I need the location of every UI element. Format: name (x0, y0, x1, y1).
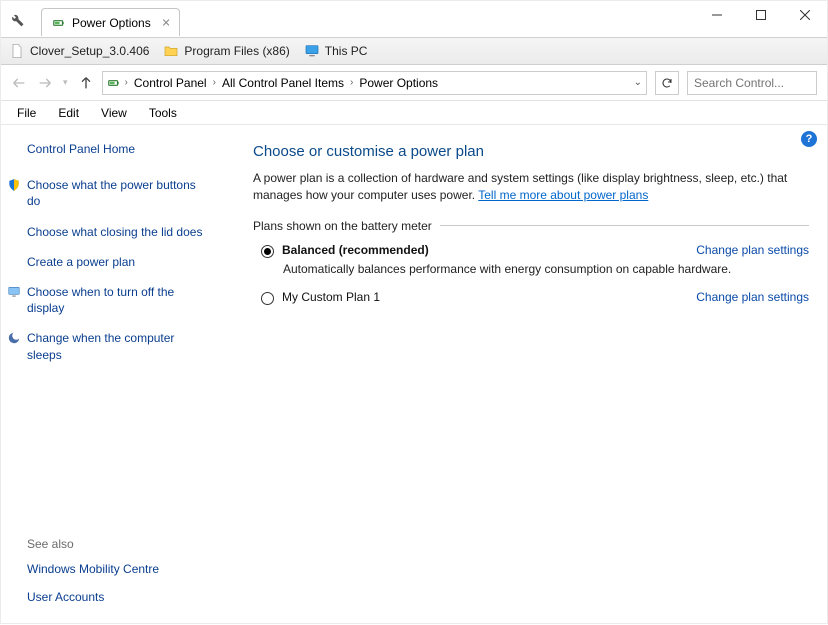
menu-tools[interactable]: Tools (141, 104, 185, 122)
bookmark-label: Program Files (x86) (184, 44, 289, 58)
menu-bar: File Edit View Tools (1, 101, 827, 125)
chevron-right-icon[interactable]: › (125, 77, 128, 88)
change-plan-settings-link[interactable]: Change plan settings (696, 243, 809, 257)
sidebar-link-power-buttons[interactable]: Choose what the power buttons do (27, 177, 203, 209)
file-icon (9, 43, 25, 59)
learn-more-link[interactable]: Tell me more about power plans (478, 188, 648, 202)
titlebar: Power Options ✕ (1, 1, 827, 37)
menu-edit[interactable]: Edit (50, 104, 87, 122)
sidebar: Control Panel Home Choose what the power… (1, 125, 219, 625)
navigation-bar: ▾ › Control Panel › All Control Panel It… (1, 65, 827, 101)
close-button[interactable] (783, 1, 827, 29)
bookmark-item[interactable]: This PC (304, 43, 368, 59)
this-pc-icon (304, 43, 320, 59)
refresh-icon (661, 77, 673, 89)
plan-row-custom: My Custom Plan 1 Change plan settings (261, 290, 809, 305)
address-dropdown-icon[interactable]: ⌄ (634, 77, 642, 88)
moon-icon (7, 331, 21, 345)
plans-fieldset-label: Plans shown on the battery meter (253, 219, 809, 233)
window-controls (695, 1, 827, 29)
forward-button[interactable] (37, 75, 53, 91)
change-plan-settings-link[interactable]: Change plan settings (696, 290, 809, 304)
search-input[interactable] (694, 76, 828, 90)
main-panel: ? Choose or customise a power plan A pow… (219, 125, 827, 625)
plan-name[interactable]: My Custom Plan 1 (282, 290, 380, 304)
plan-row-balanced: Balanced (recommended) Change plan setti… (261, 243, 809, 258)
browser-tab[interactable]: Power Options ✕ (41, 8, 180, 36)
see-also-label: See also (27, 537, 203, 551)
bookmark-label: Clover_Setup_3.0.406 (30, 44, 149, 58)
bookmark-item[interactable]: Clover_Setup_3.0.406 (9, 43, 149, 59)
tab-close-icon[interactable]: ✕ (161, 16, 170, 29)
bookmark-bar: Clover_Setup_3.0.406 Program Files (x86)… (1, 37, 827, 65)
see-also-user-accounts[interactable]: User Accounts (27, 589, 203, 605)
maximize-button[interactable] (739, 1, 783, 29)
sidebar-link-sleep[interactable]: Change when the computer sleeps (27, 330, 203, 362)
plan-radio-custom[interactable] (261, 292, 274, 305)
menu-view[interactable]: View (93, 104, 135, 122)
menu-file[interactable]: File (9, 104, 44, 122)
address-bar[interactable]: › Control Panel › All Control Panel Item… (102, 71, 647, 95)
minimize-button[interactable] (695, 1, 739, 29)
wrench-icon (7, 10, 25, 28)
content-area: Control Panel Home Choose what the power… (1, 125, 827, 625)
plan-radio-balanced[interactable] (261, 245, 274, 258)
breadcrumb-item: Power Options (357, 76, 440, 90)
control-panel-home-link[interactable]: Control Panel Home (27, 141, 203, 157)
shield-icon (7, 178, 21, 192)
power-options-icon (107, 76, 121, 90)
search-box[interactable] (687, 71, 817, 95)
page-description: A power plan is a collection of hardware… (253, 170, 809, 205)
recent-dropdown-icon[interactable]: ▾ (63, 77, 68, 88)
breadcrumb-item: Control Panel (132, 76, 209, 90)
monitor-icon (7, 285, 21, 299)
chevron-right-icon[interactable]: › (213, 77, 216, 88)
up-button[interactable] (78, 75, 94, 91)
plan-description: Automatically balances performance with … (283, 262, 809, 276)
refresh-button[interactable] (655, 71, 679, 95)
back-button[interactable] (11, 75, 27, 91)
bookmark-item[interactable]: Program Files (x86) (163, 43, 289, 59)
folder-icon (163, 43, 179, 59)
sidebar-link-turn-off-display[interactable]: Choose when to turn off the display (27, 284, 203, 316)
see-also-mobility-centre[interactable]: Windows Mobility Centre (27, 561, 203, 577)
sidebar-link-create-plan[interactable]: Create a power plan (27, 254, 203, 270)
bookmark-label: This PC (325, 44, 368, 58)
page-title: Choose or customise a power plan (253, 143, 809, 160)
chevron-right-icon[interactable]: › (350, 77, 353, 88)
power-options-icon (52, 16, 66, 30)
breadcrumb-item: All Control Panel Items (220, 76, 346, 90)
help-button[interactable]: ? (801, 131, 817, 147)
tab-title: Power Options (72, 16, 151, 30)
plan-name[interactable]: Balanced (recommended) (282, 243, 429, 257)
sidebar-link-closing-lid[interactable]: Choose what closing the lid does (27, 224, 203, 240)
